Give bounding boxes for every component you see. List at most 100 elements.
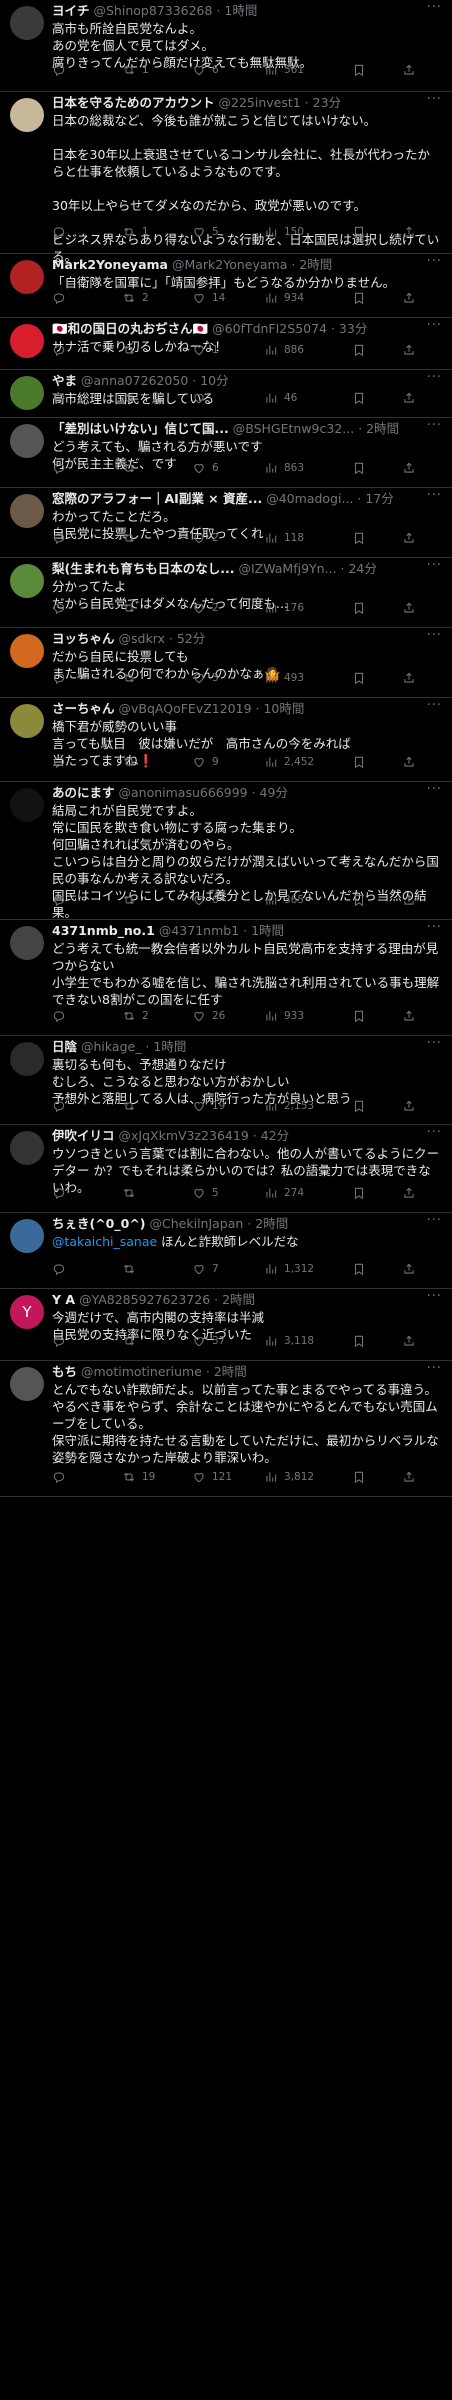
timestamp[interactable]: 24分 [348,561,376,576]
display-name[interactable]: 日陰 [52,1039,77,1054]
retweet-button[interactable] [122,530,142,546]
more-icon[interactable]: ··· [427,920,442,935]
display-name[interactable]: さーちゃん [52,701,115,716]
retweet-button[interactable] [122,1261,142,1277]
avatar[interactable] [10,564,44,598]
tweet[interactable]: やま @anna07262050 · 10分 ··· 高市総理は国民を騙している 46 [0,370,452,418]
share-button[interactable] [402,460,422,476]
user-handle[interactable]: @vBqAQoFEvZ12019 [119,701,252,716]
share-button[interactable] [402,1098,422,1114]
bookmark-button[interactable] [352,1261,372,1277]
retweet-button[interactable] [122,1185,142,1201]
display-name[interactable]: ヨイチ [52,3,90,18]
timestamp[interactable]: 10時間 [263,701,304,716]
mention-link[interactable]: @takaichi_sanae [52,1234,157,1249]
reply-button[interactable] [52,1008,72,1024]
like-button[interactable]: 26 [192,1008,225,1024]
reply-button[interactable] [52,460,72,476]
retweet-button[interactable] [122,342,142,358]
share-button[interactable] [402,892,422,908]
avatar[interactable] [10,376,44,410]
avatar[interactable]: Y [10,1295,44,1329]
views-button[interactable]: 561 [264,62,304,78]
retweet-button[interactable]: 19 [122,1469,155,1485]
timestamp[interactable]: 10分 [200,373,228,388]
timestamp[interactable]: 2時間 [255,1216,288,1231]
views-button[interactable]: 863 [264,460,304,476]
more-icon[interactable]: ··· [427,558,442,573]
share-button[interactable] [402,754,422,770]
more-icon[interactable]: ··· [427,1036,442,1051]
avatar[interactable] [10,926,44,960]
bookmark-button[interactable] [352,892,372,908]
bookmark-button[interactable] [352,1098,372,1114]
views-button[interactable]: 3,812 [264,1469,314,1485]
avatar[interactable] [10,1131,44,1165]
share-button[interactable] [402,1185,422,1201]
avatar[interactable] [10,324,44,358]
bookmark-button[interactable] [352,670,372,686]
bookmark-button[interactable] [352,460,372,476]
more-icon[interactable]: ··· [427,1125,442,1140]
tweet[interactable]: あのにます @anonimasu666999 · 49分 ··· 結局これが自民党で… [0,782,452,920]
views-button[interactable]: 176 [264,600,304,616]
user-handle[interactable]: @anna07262050 [81,373,188,388]
timestamp[interactable]: 33分 [339,321,367,336]
timestamp[interactable]: 42分 [261,1128,289,1143]
bookmark-button[interactable] [352,224,372,240]
tweet[interactable]: 伊吹イリコ @xJqXkmV3z236419 · 42分 ··· ウソつきという言葉… [0,1125,452,1213]
reply-button[interactable] [52,1098,72,1114]
share-button[interactable] [402,390,422,406]
like-button[interactable]: 6 [192,62,219,78]
bookmark-button[interactable] [352,1333,372,1349]
avatar[interactable] [10,1042,44,1076]
views-button[interactable]: 2,153 [264,1098,314,1114]
views-button[interactable]: 1,312 [264,1261,314,1277]
timestamp[interactable]: 23分 [313,95,341,110]
more-icon[interactable]: ··· [427,418,442,433]
like-button[interactable] [192,390,212,406]
retweet-button[interactable] [122,1098,142,1114]
like-button[interactable]: 5 [192,1185,219,1201]
share-button[interactable] [402,1008,422,1024]
reply-button[interactable] [52,1333,72,1349]
timestamp[interactable]: 1時間 [153,1039,186,1054]
reply-button[interactable] [52,290,72,306]
user-handle[interactable]: @225invest1 [219,95,301,110]
tweet[interactable]: 日陰 @hikage_ · 1時間 ··· 裏切るも何も、予想通りなだけ むしろ、こ… [0,1036,452,1125]
reply-button[interactable] [52,62,72,78]
share-button[interactable] [402,1469,422,1485]
like-button[interactable]: 6 [192,892,219,908]
views-button[interactable]: 274 [264,1185,304,1201]
like-button[interactable]: 9 [192,754,219,770]
share-button[interactable] [402,62,422,78]
timestamp[interactable]: 2時間 [222,1292,255,1307]
share-button[interactable] [402,600,422,616]
user-handle[interactable]: @hikage_ [81,1039,141,1054]
user-handle[interactable]: @xJqXkmV3z236419 [119,1128,249,1143]
user-handle[interactable]: @IZWaMfj9Yn... [238,561,336,576]
views-button[interactable]: 493 [264,670,304,686]
views-button[interactable]: 2,452 [264,754,314,770]
retweet-button[interactable] [122,754,142,770]
user-handle[interactable]: @40madogi... [266,491,353,506]
retweet-button[interactable] [122,600,142,616]
retweet-button[interactable] [122,460,142,476]
share-button[interactable] [402,1333,422,1349]
reply-button[interactable] [52,670,72,686]
tweet[interactable]: 「差別はいけない」信じて国... @BSHGEtnw9c32... · 2時間 ·… [0,418,452,488]
tweet[interactable]: 梨(生まれも育ちも日本のなし... @IZWaMfj9Yn... · 24分 ··… [0,558,452,628]
display-name[interactable]: 窓際のアラフォー｜AI副業 × 資産... [52,491,262,506]
avatar[interactable] [10,1219,44,1253]
avatar[interactable] [10,788,44,822]
like-button[interactable]: 3 [192,670,219,686]
like-button[interactable]: 14 [192,290,225,306]
share-button[interactable] [402,224,422,240]
tweet[interactable]: YY A @YA8285927623726 · 2時間 ··· 今週だけで、高市内閣… [0,1289,452,1361]
more-icon[interactable]: ··· [427,698,442,713]
avatar[interactable] [10,704,44,738]
tweet[interactable]: 🇯🇵和の国日の丸おぢさん🇯🇵 @60fTdnFI2S5074 · 33分 ··· サ… [0,318,452,370]
retweet-button[interactable] [122,670,142,686]
tweet[interactable]: 窓際のアラフォー｜AI副業 × 資産... @40madogi... · 17分… [0,488,452,558]
reply-button[interactable] [52,600,72,616]
